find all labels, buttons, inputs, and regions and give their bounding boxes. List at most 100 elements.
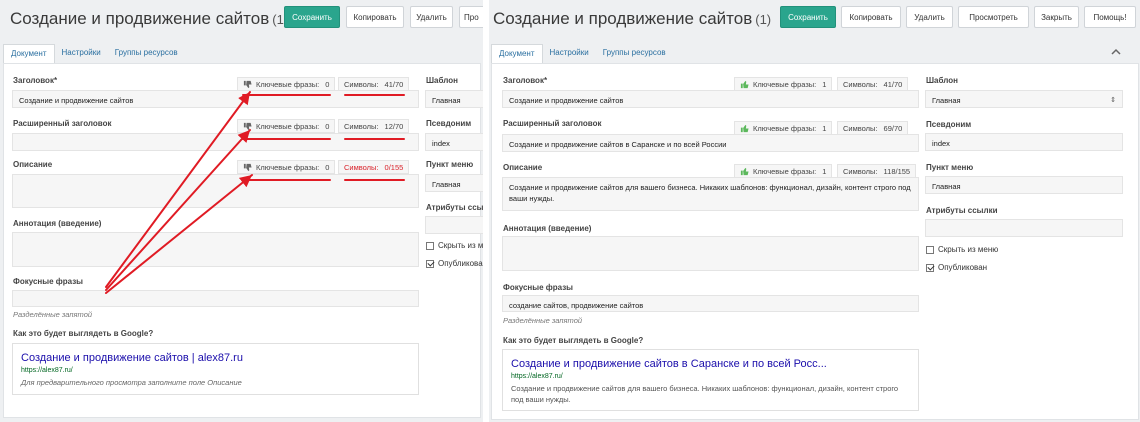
keyphrases-label: Ключевые фразы: [256, 79, 320, 89]
published-checkbox[interactable]: Опубликова [426, 259, 483, 268]
page-title-count: (1) [755, 12, 772, 27]
symbols-label: Символы: [843, 123, 878, 133]
alias-label: Псевдоним [926, 120, 972, 129]
description-textarea[interactable] [12, 174, 419, 208]
template-select[interactable]: Главная ⇕ [925, 90, 1123, 108]
annotation-textarea[interactable] [502, 236, 919, 271]
symbols-badge: Символы: 41/70 [338, 77, 410, 91]
tab-document[interactable]: Документ [491, 44, 543, 64]
page-title: Создание и продвижение сайтов (1) [10, 9, 288, 29]
document-form: Заголовок* Ключевые фразы: 1 Символы: 41/7… [491, 63, 1139, 420]
published-label: Опубликован [938, 263, 988, 272]
ext-heading-input[interactable]: Создание и продвижение сайтов в Саранске… [502, 134, 919, 152]
link-attributes-input[interactable] [425, 216, 483, 234]
heading-input[interactable]: Создание и продвижение сайтов [502, 90, 919, 108]
keyphrases-badge: Ключевые фразы: 0 [237, 77, 336, 91]
tab-resource-groups[interactable]: Группы ресурсов [108, 44, 185, 63]
menu-item-input[interactable]: Главная [925, 176, 1123, 194]
annotation-label: Аннотация (введение) [13, 219, 102, 228]
symbols-label: Символы: [344, 162, 379, 172]
keyphrases-badge: Ключевые фразы: 0 [237, 160, 336, 174]
menu-item-label: Пункт меню [926, 163, 974, 172]
ext-heading-label: Расширенный заголовок [13, 119, 112, 128]
thumb-down-icon [243, 80, 252, 88]
symbols-count: 41/70 [384, 79, 404, 89]
google-preview-title: Создание и продвижение сайтов | alex87.r… [21, 352, 243, 364]
keyphrases-badge: Ключевые фразы: 1 [734, 77, 833, 91]
symbols-count: 0/155 [384, 162, 404, 172]
view-button[interactable]: Просмотреть [958, 6, 1029, 28]
keyphrases-label: Ключевые фразы: [753, 166, 817, 176]
chevron-up-icon[interactable] [1111, 48, 1121, 56]
page-title-text: Создание и продвижение сайтов [493, 9, 753, 28]
link-attributes-label: Атрибуты ссылки [926, 206, 998, 215]
keyphrases-badge: Ключевые фразы: 1 [734, 121, 833, 135]
keyphrases-count: 1 [822, 79, 827, 89]
symbols-count: 41/70 [883, 79, 903, 89]
delete-button[interactable]: Удалить [410, 6, 453, 28]
menu-item-input[interactable]: Главная [425, 174, 483, 192]
template-label: Шаблон [926, 76, 958, 85]
link-attributes-input[interactable] [925, 219, 1123, 237]
google-preview-label: Как это будет выглядеть в Google? [13, 329, 154, 338]
close-button[interactable]: Закрыть [1034, 6, 1079, 28]
focus-phrases-input[interactable] [12, 290, 419, 307]
thumb-up-icon [740, 167, 749, 175]
right-editor-panel: Создание и продвижение сайтов (1) Сохрани… [489, 0, 1140, 422]
annotation-textarea[interactable] [12, 232, 419, 267]
thumb-up-icon [740, 124, 749, 132]
thumb-down-icon [243, 163, 252, 171]
copy-button[interactable]: Копировать [346, 6, 404, 28]
checkbox-box[interactable] [926, 263, 934, 272]
annotation-label: Аннотация (введение) [503, 224, 592, 233]
hide-from-menu-label: Скрыть из меню [938, 245, 999, 254]
description-textarea[interactable]: Создание и продвижение сайтов для вашего… [502, 177, 919, 211]
focus-phrases-label: Фокусные фразы [13, 277, 83, 286]
ext-heading-label: Расширенный заголовок [503, 119, 602, 128]
alias-input[interactable]: index [425, 133, 483, 151]
heading-input[interactable]: Создание и продвижение сайтов [12, 90, 419, 108]
focus-phrases-hint: Разделённые запятой [503, 316, 583, 325]
google-preview: Создание и продвижение сайтов в Саранске… [502, 349, 919, 411]
published-checkbox[interactable]: Опубликован [926, 263, 987, 272]
save-button[interactable]: Сохранить [780, 6, 836, 28]
tab-resource-groups[interactable]: Группы ресурсов [596, 44, 673, 63]
template-select[interactable]: Главная [425, 90, 483, 108]
alias-input[interactable]: index [925, 133, 1123, 151]
symbols-label: Символы: [344, 79, 379, 89]
thumb-down-icon [243, 122, 252, 130]
left-editor-panel: Создание и продвижение сайтов (1) Сохрани… [0, 0, 483, 422]
menu-item-label: Пункт меню [426, 160, 474, 169]
tab-bar: Документ Настройки Группы ресурсов [491, 44, 673, 64]
checkbox-box[interactable] [426, 259, 434, 268]
page-title: Создание и продвижение сайтов (1) [493, 9, 771, 29]
description-label: Описание [503, 163, 543, 172]
view-button[interactable]: Про [459, 6, 483, 28]
google-preview-title: Создание и продвижение сайтов в Саранске… [511, 358, 827, 370]
tab-settings[interactable]: Настройки [543, 44, 596, 63]
tab-document[interactable]: Документ [3, 44, 55, 64]
hide-from-menu-checkbox[interactable]: Скрыть из м [426, 241, 483, 250]
keyphrases-label: Ключевые фразы: [753, 79, 817, 89]
template-select-value: Главная [932, 96, 961, 105]
google-preview: Создание и продвижение сайтов | alex87.r… [12, 343, 419, 395]
document-form: Заголовок* Ключевые фразы: 0 Символы: 41/7… [3, 63, 483, 418]
delete-button[interactable]: Удалить [906, 6, 953, 28]
keyphrases-count: 1 [822, 166, 827, 176]
ext-heading-input[interactable] [12, 133, 419, 151]
help-button[interactable]: Помощь! [1084, 6, 1136, 28]
focus-phrases-label: Фокусные фразы [503, 283, 573, 292]
keyphrases-label: Ключевые фразы: [256, 121, 320, 131]
tab-settings[interactable]: Настройки [55, 44, 108, 63]
focus-phrases-input[interactable]: создание сайтов, продвижение сайтов [502, 295, 919, 312]
save-button[interactable]: Сохранить [284, 6, 340, 28]
symbols-badge: Символы: 0/155 [338, 160, 410, 174]
copy-button[interactable]: Копировать [841, 6, 901, 28]
description-label: Описание [13, 160, 53, 169]
link-attributes-label: Атрибуты ссылк [426, 203, 483, 212]
hide-from-menu-checkbox[interactable]: Скрыть из меню [926, 245, 998, 254]
symbols-label: Символы: [843, 79, 878, 89]
hide-from-menu-label: Скрыть из м [438, 241, 483, 250]
checkbox-box[interactable] [426, 241, 434, 250]
checkbox-box[interactable] [926, 245, 934, 254]
